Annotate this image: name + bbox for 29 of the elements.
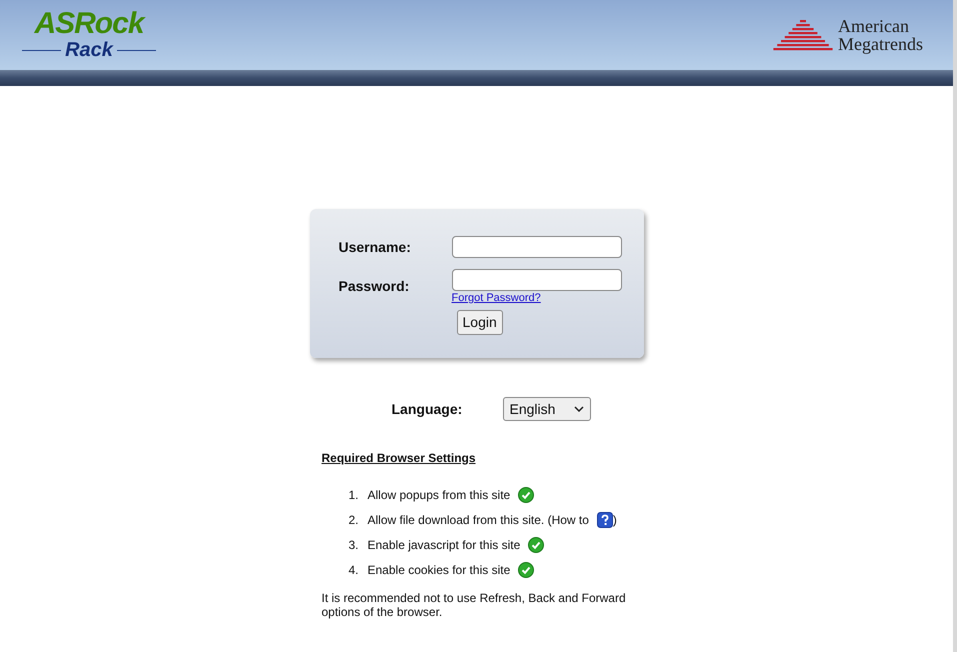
logo-text: American [838,17,910,35]
password-field[interactable] [452,269,622,291]
help-icon[interactable] [596,512,613,528]
check-icon [528,536,544,552]
language-select[interactable]: English [502,397,590,421]
setting-text: Allow popups from this site [368,486,510,504]
field-label: Password: [338,277,410,296]
username-field[interactable] [452,236,622,258]
setting-text: Enable javascript for this site [368,536,520,554]
check-icon [518,562,534,578]
setting-text: Enable cookies for this site [368,562,510,578]
list-number: 3. [348,536,360,554]
login-button[interactable]: Login [456,310,503,335]
forgot-password-link[interactable]: Forgot Password? [452,291,541,305]
logo-subtitle: Rack [65,39,113,61]
list-number: 2. [348,512,360,528]
check-icon [518,486,534,502]
logo-wordmark: ASRock [34,9,144,39]
settings-heading: Required Browser Settings [322,451,476,465]
language-label: Language: [392,400,464,419]
list-number: 1. [348,486,360,504]
chevron-down-icon [574,406,584,412]
field-label: Username: [338,238,412,256]
list-number: 4. [348,562,360,578]
setting-text: ) [612,512,617,528]
pyramid-logo-icon [772,18,834,52]
setting-text: Allow file download from this site. (How to [368,512,589,528]
logo-text: Megatrends [838,35,923,53]
recommendation-note: It is recommended not to use Refresh, Back and Forward options of the browser. [322,591,627,619]
